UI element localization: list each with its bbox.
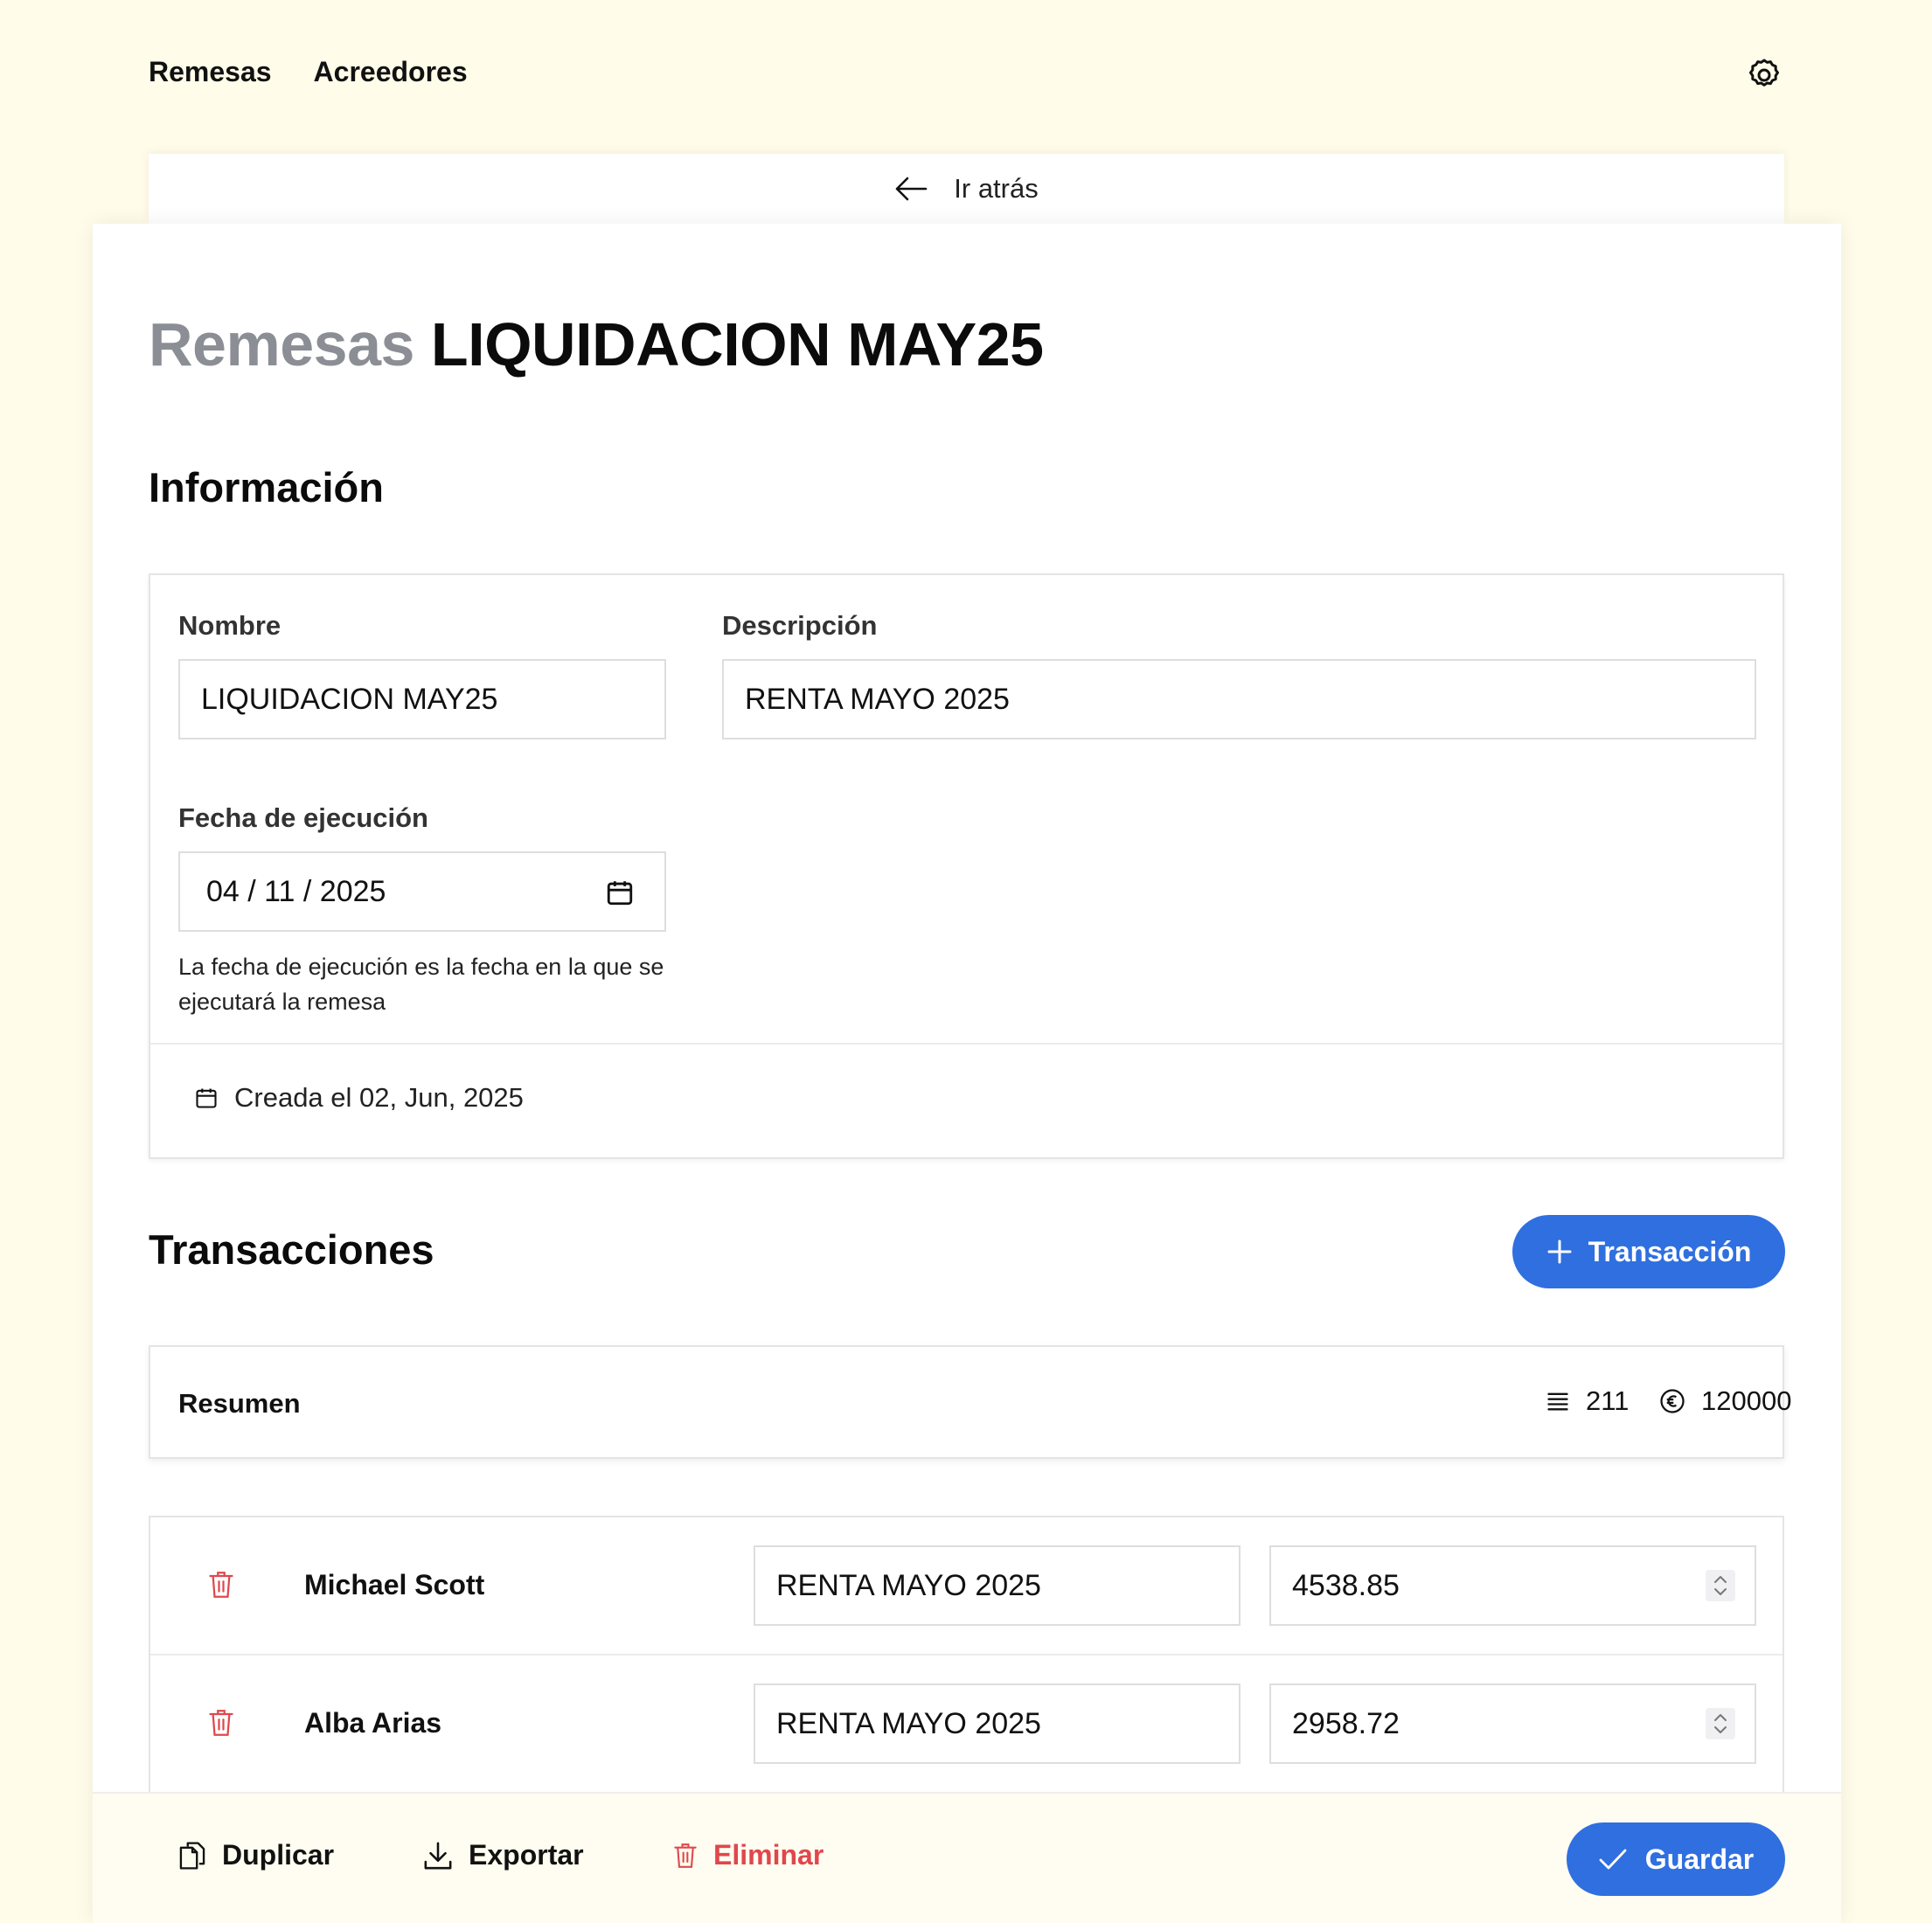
trash-icon[interactable] (208, 1570, 234, 1600)
created-info: Creada el 02, Jun, 2025 (194, 1082, 524, 1114)
fecha-label: Fecha de ejecución (178, 802, 428, 833)
save-button[interactable]: Guardar (1567, 1822, 1785, 1896)
transaction-amount-input[interactable]: 2958.72 (1269, 1683, 1756, 1764)
back-bar[interactable]: Ir atrás (149, 154, 1784, 224)
descripcion-label: Descripción (722, 610, 878, 641)
add-transaction-label: Transacción (1588, 1235, 1752, 1267)
transaction-total: 120000 (1659, 1385, 1791, 1417)
euro-icon (1660, 1389, 1685, 1413)
info-heading: Información (149, 464, 384, 510)
save-label: Guardar (1644, 1843, 1755, 1875)
fecha-input[interactable]: 04 / 11 / 2025 (178, 851, 666, 932)
calendar-icon (196, 1088, 217, 1108)
duplicate-button[interactable]: Duplicar (178, 1839, 334, 1871)
export-button[interactable]: Exportar (423, 1839, 584, 1871)
export-label: Exportar (469, 1839, 584, 1871)
plus-icon (1547, 1239, 1572, 1264)
creditor-name: Alba Arias (304, 1707, 442, 1739)
page-title-prefix: Remesas (149, 310, 414, 378)
duplicate-label: Duplicar (222, 1839, 335, 1871)
summary-panel: Resumen 211 120000 (149, 1345, 1791, 1459)
table-row: Michael Scott RENTA MAYO 2025 4538.85 (150, 1517, 1783, 1656)
delete-button[interactable]: Eliminar (673, 1839, 824, 1871)
nombre-label: Nombre (178, 610, 281, 641)
fecha-value: 04 / 11 / 2025 (206, 874, 386, 908)
back-label: Ir atrás (954, 173, 1039, 204)
transaction-amount-input[interactable]: 4538.85 (1269, 1545, 1756, 1626)
chevron-updown-icon (1714, 1714, 1727, 1733)
calendar-icon[interactable] (605, 878, 635, 907)
divider (150, 1043, 1783, 1045)
created-text: Creada el 02, Jun, 2025 (234, 1082, 524, 1113)
transactions-heading: Transacciones (149, 1226, 434, 1273)
count-value: 211 (1586, 1385, 1630, 1416)
transaction-description-input[interactable]: RENTA MAYO 2025 (754, 1683, 1241, 1764)
amount-stepper[interactable] (1706, 1570, 1735, 1601)
nombre-input[interactable]: LIQUIDACION MAY25 (178, 659, 666, 739)
trash-icon[interactable] (208, 1708, 234, 1738)
amount-value: 4538.85 (1292, 1568, 1400, 1602)
top-nav: Remesas Acreedores (149, 56, 468, 88)
download-icon (424, 1842, 452, 1869)
action-footer: Duplicar Exportar Eliminar Guardar (93, 1792, 1841, 1923)
table-row: Alba Arias RENTA MAYO 2025 2958.72 (150, 1656, 1783, 1794)
amount-stepper[interactable] (1706, 1708, 1735, 1739)
trash-icon (674, 1843, 697, 1868)
check-icon (1599, 1849, 1627, 1870)
list-icon (1547, 1392, 1568, 1411)
nav-remesas[interactable]: Remesas (149, 56, 272, 88)
nav-acreedores[interactable]: Acreedores (314, 56, 468, 88)
total-value: 120000 (1701, 1385, 1792, 1416)
copy-icon (179, 1841, 205, 1870)
page-title-name: LIQUIDACION MAY25 (430, 310, 1044, 378)
arrow-left-icon (895, 177, 928, 201)
descripcion-input[interactable]: RENTA MAYO 2025 (722, 659, 1756, 739)
info-panel: Nombre LIQUIDACION MAY25 Descripción REN… (149, 573, 1784, 1159)
add-transaction-button[interactable]: Transacción (1512, 1215, 1785, 1288)
summary-label: Resumen (178, 1388, 301, 1419)
delete-label: Eliminar (713, 1839, 824, 1871)
gear-icon[interactable] (1747, 58, 1782, 93)
chevron-updown-icon (1714, 1576, 1727, 1595)
main-card: Remesas LIQUIDACION MAY25 Información No… (93, 224, 1841, 1923)
transaction-count: 211 (1546, 1385, 1629, 1417)
page-title: Remesas LIQUIDACION MAY25 (149, 309, 1044, 379)
fecha-hint: La fecha de ejecución es la fecha en la … (178, 954, 664, 1015)
creditor-name: Michael Scott (304, 1569, 485, 1600)
amount-value: 2958.72 (1292, 1706, 1400, 1740)
transaction-description-input[interactable]: RENTA MAYO 2025 (754, 1545, 1241, 1626)
